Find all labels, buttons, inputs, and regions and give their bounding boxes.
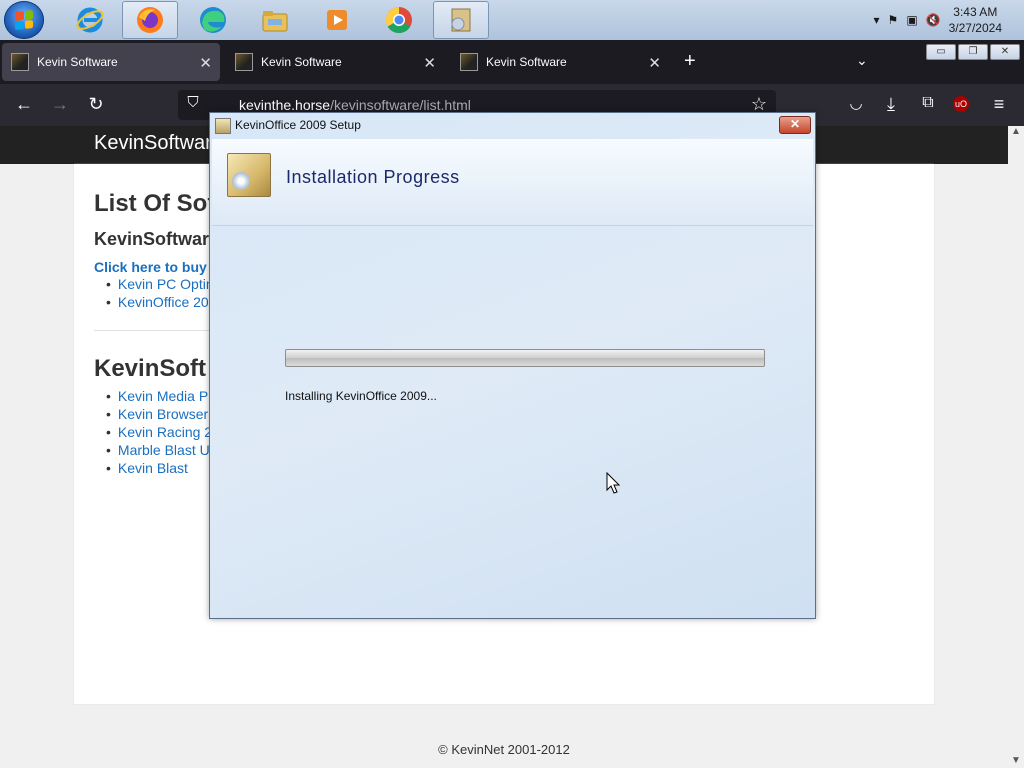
software-list-2: Kevin Media Pla Kevin Browser Kevin Raci… (106, 388, 220, 478)
page-heading: List Of Sof (94, 190, 216, 217)
hamburger-menu-icon[interactable]: ≡ (988, 94, 1010, 115)
close-tab-icon[interactable]: ✕ (199, 54, 212, 72)
reload-icon[interactable]: ↻ (85, 94, 107, 115)
internet-explorer-icon (76, 7, 104, 33)
clock-time: 3:43 AM (953, 5, 998, 19)
taskbar-chrome[interactable] (371, 1, 427, 39)
dialog-title: KevinOffice 2009 Setup (235, 118, 361, 132)
chrome-icon (385, 6, 412, 34)
list-item[interactable]: Kevin PC Optim (106, 276, 218, 294)
site-title[interactable]: KevinSoftwar (94, 132, 212, 155)
section-heading-kevinsoftware: KevinSoftwar (94, 229, 210, 249)
list-item[interactable]: Marble Blast Ul (106, 442, 220, 460)
site-favicon-icon (235, 53, 253, 71)
back-arrow-icon[interactable]: ← (13, 94, 35, 115)
section-heading-kevinsoft: KevinSoft (94, 355, 207, 382)
file-explorer-icon (262, 11, 288, 32)
tab-title: Kevin Software (486, 55, 567, 69)
forward-arrow-icon[interactable]: → (49, 94, 71, 115)
windows-logo-icon (15, 10, 33, 30)
volume-muted-icon[interactable]: 🔇 (926, 13, 941, 27)
taskbar-internet-explorer[interactable] (62, 1, 118, 39)
taskbar-setup[interactable] (433, 1, 489, 39)
installation-progress-bar (285, 349, 765, 367)
firefox-icon (137, 7, 163, 33)
close-tab-icon[interactable]: ✕ (648, 54, 661, 72)
mouse-cursor-icon (606, 472, 621, 494)
list-item[interactable]: Kevin Media Pla (106, 388, 220, 406)
dialog-close-button[interactable]: ✕ (779, 116, 811, 134)
divider (94, 330, 214, 331)
dialog-heading: Installation Progress (286, 167, 460, 187)
setup-dialog: KevinOffice 2009 Setup ✕ Installation Pr… (209, 112, 816, 619)
downloads-icon[interactable]: ⤓ (880, 94, 902, 115)
taskbar: ▾ ⚑ ▣ 🔇 3:43 AM 3/27/2024 (0, 0, 1024, 41)
new-tab-plus-icon[interactable]: + (684, 50, 696, 73)
list-item[interactable]: KevinOffice 200 (106, 294, 218, 312)
system-tray: ▾ ⚑ ▣ 🔇 3:43 AM 3/27/2024 (874, 0, 1024, 40)
list-item[interactable]: Kevin Blast (106, 460, 220, 478)
list-item[interactable]: Kevin Browser (106, 406, 220, 424)
installer-package-icon (227, 153, 271, 197)
page-footer: © KevinNet 2001-2012 (438, 742, 570, 757)
show-hidden-icons-icon[interactable]: ▾ (874, 13, 880, 27)
site-favicon-icon (11, 53, 29, 71)
software-list-1: Kevin PC Optim KevinOffice 200 (106, 276, 218, 312)
restore-window-button[interactable]: ❐ (958, 44, 988, 60)
media-player-icon (327, 10, 347, 30)
site-favicon-icon (460, 53, 478, 71)
pocket-icon[interactable]: ◡ (845, 94, 867, 112)
start-button[interactable] (4, 1, 44, 39)
ublock-origin-icon[interactable]: uO (953, 96, 969, 112)
list-all-tabs-chevron-icon[interactable]: ⌄ (856, 52, 868, 69)
url-host: kevinthe.horse (239, 97, 331, 113)
taskbar-media-player[interactable] (309, 1, 365, 39)
tab-title: Kevin Software (261, 55, 342, 69)
action-center-flag-icon[interactable]: ⚑ (888, 13, 899, 27)
scroll-up-arrow-icon[interactable]: ▲ (1008, 126, 1024, 137)
minimize-window-button[interactable]: ▭ (926, 44, 956, 60)
clock[interactable]: 3:43 AM 3/27/2024 (949, 4, 1002, 36)
tab-title: Kevin Software (37, 55, 118, 69)
extensions-icon[interactable]: ⧉ (917, 94, 939, 112)
close-window-button[interactable]: ✕ (990, 44, 1020, 60)
url-text[interactable]: kevinthe.horse/kevinsoftware/list.html (239, 97, 471, 113)
close-tab-icon[interactable]: ✕ (423, 54, 436, 72)
taskbar-file-explorer[interactable] (247, 1, 303, 39)
tab-kevin-software-1[interactable]: Kevin Software ✕ (2, 43, 220, 81)
page-scrollbar[interactable]: ▲ ▼ (1008, 126, 1024, 768)
clock-date: 3/27/2024 (948, 21, 1002, 35)
tab-kevin-software-2[interactable]: Kevin Software ✕ (226, 43, 444, 81)
list-item[interactable]: Kevin Racing 20 (106, 424, 220, 442)
url-path: /kevinsoftware/list.html (330, 97, 471, 113)
setup-icon (451, 8, 471, 32)
scroll-down-arrow-icon[interactable]: ▼ (1008, 755, 1024, 766)
setup-app-icon (215, 118, 231, 134)
edge-icon (200, 7, 226, 33)
network-icon[interactable]: ▣ (906, 13, 917, 27)
tab-kevin-software-3[interactable]: Kevin Software ✕ (451, 43, 669, 81)
installation-status-text: Installing KevinOffice 2009... (285, 389, 437, 403)
dialog-header: Installation Progress (212, 139, 813, 226)
dialog-titlebar[interactable]: KevinOffice 2009 Setup ✕ (210, 113, 815, 137)
taskbar-edge[interactable] (185, 1, 241, 39)
buy-link[interactable]: Click here to buy a (94, 259, 218, 275)
tracking-protection-shield-icon[interactable]: ⛉ (182, 94, 204, 111)
taskbar-firefox[interactable] (122, 1, 178, 39)
